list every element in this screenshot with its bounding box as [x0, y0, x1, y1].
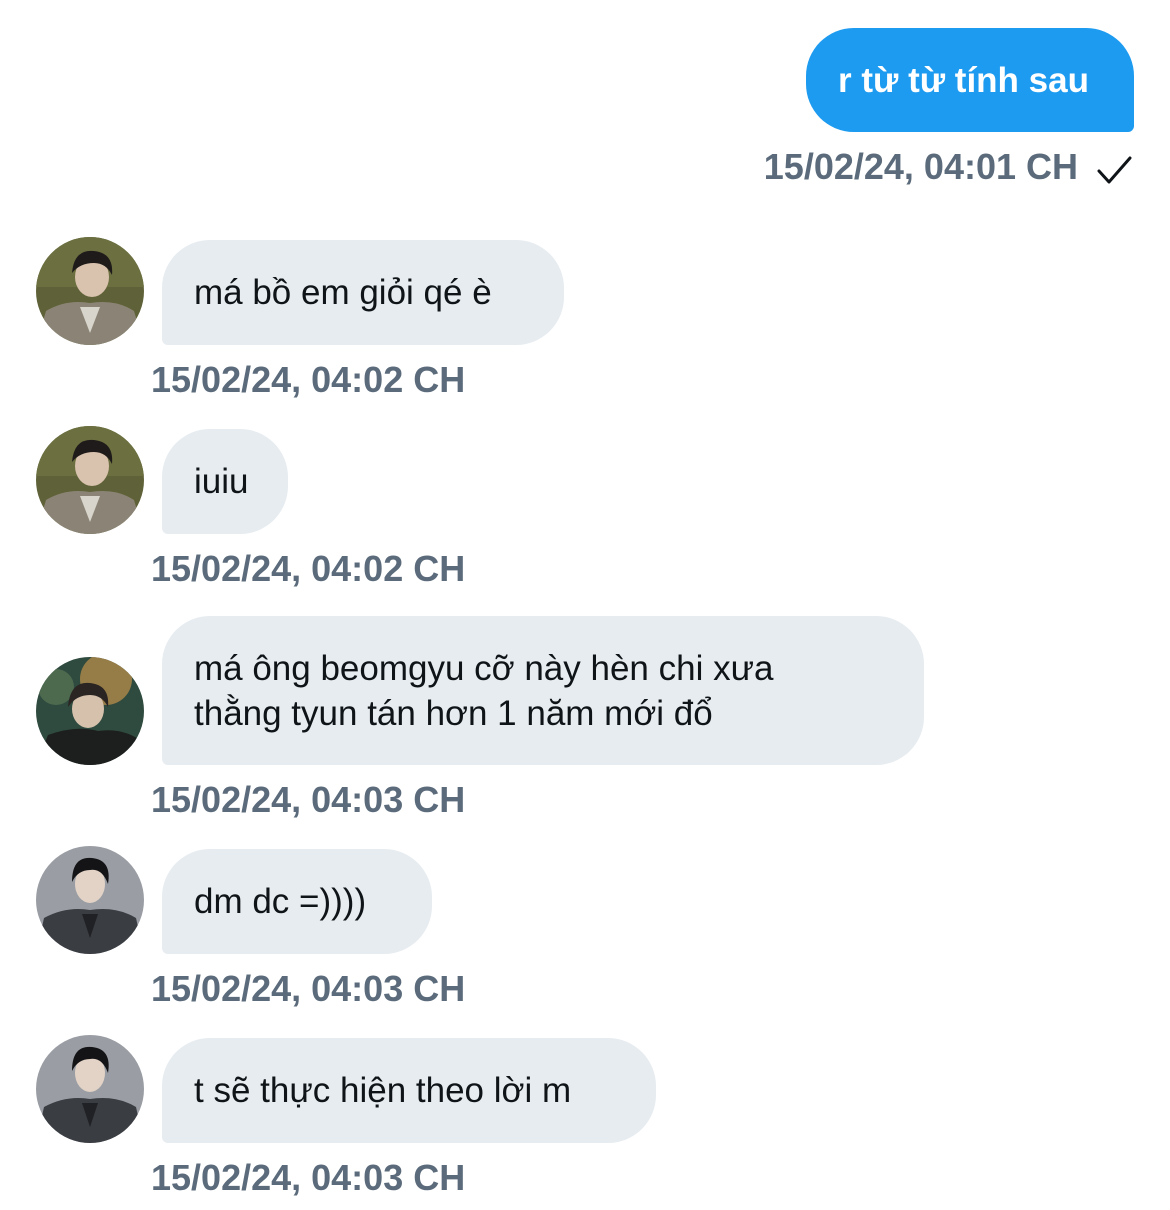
message-timestamp: 15/02/24, 04:03 CH [151, 968, 466, 1009]
outgoing-message-bubble[interactable]: r từ từ tính sau [806, 28, 1134, 132]
message-timestamp: 15/02/24, 04:03 CH [151, 1157, 466, 1198]
incoming-message-bubble[interactable]: má ông beomgyu cỡ này hèn chi xưa thằng … [162, 616, 924, 765]
conversation-thread: r từ từ tính sau 15/02/24, 04:01 CH má b… [0, 0, 1170, 1210]
incoming-message-bubble[interactable]: iuiu [162, 429, 288, 534]
message-timestamp: 15/02/24, 04:02 CH [151, 359, 466, 400]
contact-avatar[interactable] [36, 846, 144, 954]
contact-avatar[interactable] [36, 237, 144, 345]
message-timestamp: 15/02/24, 04:01 CH [763, 146, 1078, 187]
contact-avatar[interactable] [36, 1035, 144, 1143]
message-timestamp: 15/02/24, 04:02 CH [151, 548, 466, 589]
incoming-message-bubble[interactable]: t sẽ thực hiện theo lời m [162, 1038, 656, 1143]
contact-avatar[interactable] [36, 426, 144, 534]
contact-avatar[interactable] [36, 657, 144, 765]
incoming-message-bubble[interactable]: dm dc =)))) [162, 849, 432, 954]
incoming-message-bubble[interactable]: má bồ em giỏi qé è [162, 240, 564, 345]
message-timestamp: 15/02/24, 04:03 CH [151, 779, 466, 820]
checkmark-icon [1097, 156, 1132, 184]
